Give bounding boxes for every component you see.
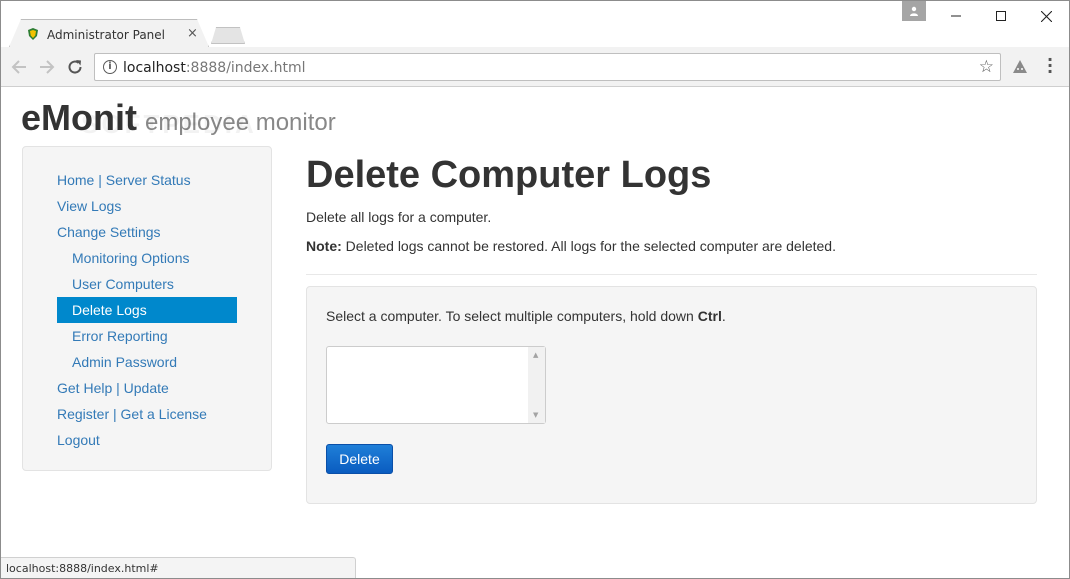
scroll-down-arrow-icon[interactable]: ▼ <box>533 411 538 419</box>
page-description: Delete all logs for a computer. <box>306 209 492 225</box>
tab-title: Administrator Panel <box>47 28 165 42</box>
browser-toolbar: i localhost:8888/index.html ☆ · · · <box>1 47 1069 87</box>
minimize-icon <box>951 15 961 17</box>
tab-strip: Administrator Panel × <box>1 1 1069 47</box>
sidebar-item-register-get-a-license[interactable]: Register | Get a License <box>57 401 237 427</box>
sidebar-item-view-logs[interactable]: View Logs <box>57 193 237 219</box>
user-icon <box>910 6 918 16</box>
info-icon[interactable]: i <box>103 60 117 74</box>
browser-window: Administrator Panel × i localhost:8888/i… <box>0 0 1070 579</box>
url-path: :8888/index.html <box>185 60 306 76</box>
computer-multiselect[interactable]: ▲ ▼ <box>326 346 546 424</box>
address-bar[interactable]: i localhost:8888/index.html ☆ <box>94 53 1001 81</box>
delete-button[interactable]: Delete <box>326 444 393 474</box>
url-host: localhost <box>123 60 186 76</box>
note-label: Note: <box>306 238 342 254</box>
extension-icon[interactable] <box>1012 59 1028 75</box>
sidebar-item-admin-password[interactable]: Admin Password <box>57 349 237 375</box>
url-text[interactable]: localhost:8888/index.html <box>123 60 306 76</box>
ctrl-key-label: Ctrl <box>697 308 722 324</box>
emonit-favicon-icon <box>28 28 38 40</box>
status-bar: localhost:8888/index.html# <box>1 557 356 578</box>
tab-administrator-panel[interactable]: Administrator Panel × <box>9 19 209 47</box>
status-url: localhost:8888/index.html# <box>6 562 159 575</box>
maximize-button[interactable] <box>978 1 1024 31</box>
sidebar-item-home-server-status[interactable]: Home | Server Status <box>57 167 237 193</box>
note-text: Note: Deleted logs cannot be restored. A… <box>306 238 836 254</box>
profile-button[interactable] <box>902 1 926 21</box>
new-tab-button[interactable] <box>211 27 245 44</box>
close-window-button[interactable] <box>1023 1 1069 31</box>
select-scrollbar[interactable]: ▲ ▼ <box>528 347 545 423</box>
select-instruction-prefix: Select a computer. To select multiple co… <box>326 308 698 324</box>
bookmark-star-icon[interactable]: ☆ <box>979 57 994 77</box>
delete-form-panel: Select a computer. To select multiple co… <box>306 286 1037 504</box>
watermark: SOFTPEDIA <box>81 109 257 139</box>
page-content: eMonit employee monitor SOFTPEDIA Home | … <box>1 88 1069 578</box>
sidebar-item-monitoring-options[interactable]: Monitoring Options <box>57 245 237 271</box>
sidebar-item-user-computers[interactable]: User Computers <box>57 271 237 297</box>
close-icon <box>1040 10 1052 22</box>
sidebar-item-delete-logs[interactable]: Delete Logs <box>57 297 237 323</box>
divider <box>306 274 1037 275</box>
select-instruction-suffix: . <box>721 308 726 324</box>
reload-icon[interactable] <box>67 59 83 75</box>
select-instruction: Select a computer. To select multiple co… <box>326 308 726 324</box>
page-title: Delete Computer Logs <box>306 154 712 196</box>
forward-arrow-icon[interactable] <box>39 59 55 75</box>
scroll-up-arrow-icon[interactable]: ▲ <box>533 351 538 359</box>
sidebar: Home | Server Status View Logs Change Sett… <box>22 146 272 471</box>
sidebar-item-error-reporting[interactable]: Error Reporting <box>57 323 237 349</box>
sidebar-item-logout[interactable]: Logout <box>57 427 237 453</box>
browser-menu-icon[interactable]: · · · <box>1047 52 1053 80</box>
maximize-icon <box>996 11 1006 21</box>
tab-close-icon[interactable]: × <box>187 26 198 41</box>
minimize-button[interactable] <box>933 1 979 31</box>
sidebar-item-change-settings[interactable]: Change Settings <box>57 219 237 245</box>
sidebar-item-get-help-update[interactable]: Get Help | Update <box>57 375 237 401</box>
back-arrow-icon[interactable] <box>11 59 27 75</box>
note-body: Deleted logs cannot be restored. All log… <box>341 238 836 254</box>
sidebar-nav: Home | Server Status View Logs Change Sett… <box>57 167 237 453</box>
